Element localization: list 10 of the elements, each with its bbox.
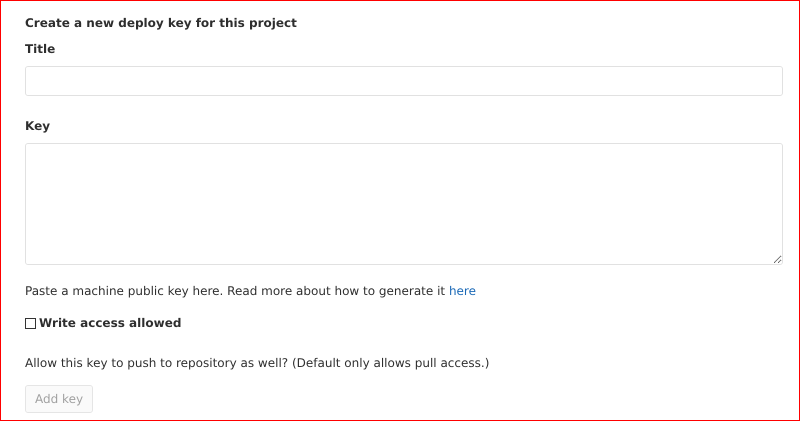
field-label: Title: [25, 41, 56, 57]
checkbox-label: Write access allowed: [39, 315, 182, 331]
field-label: Key: [25, 118, 50, 134]
here-link[interactable]: here: [448, 284, 476, 298]
checkbox[interactable]: [25, 318, 36, 328]
help-text: Allow this key to push to repository as well? (Default only allows pull access.): [25, 355, 490, 371]
help-text: Paste a machine public key here. Read more about how to generate it here: [25, 283, 476, 299]
form-heading: Create a new deploy key for this project: [25, 15, 297, 31]
title-input-field[interactable]: [25, 66, 783, 96]
key-text-area[interactable]: [25, 143, 783, 265]
